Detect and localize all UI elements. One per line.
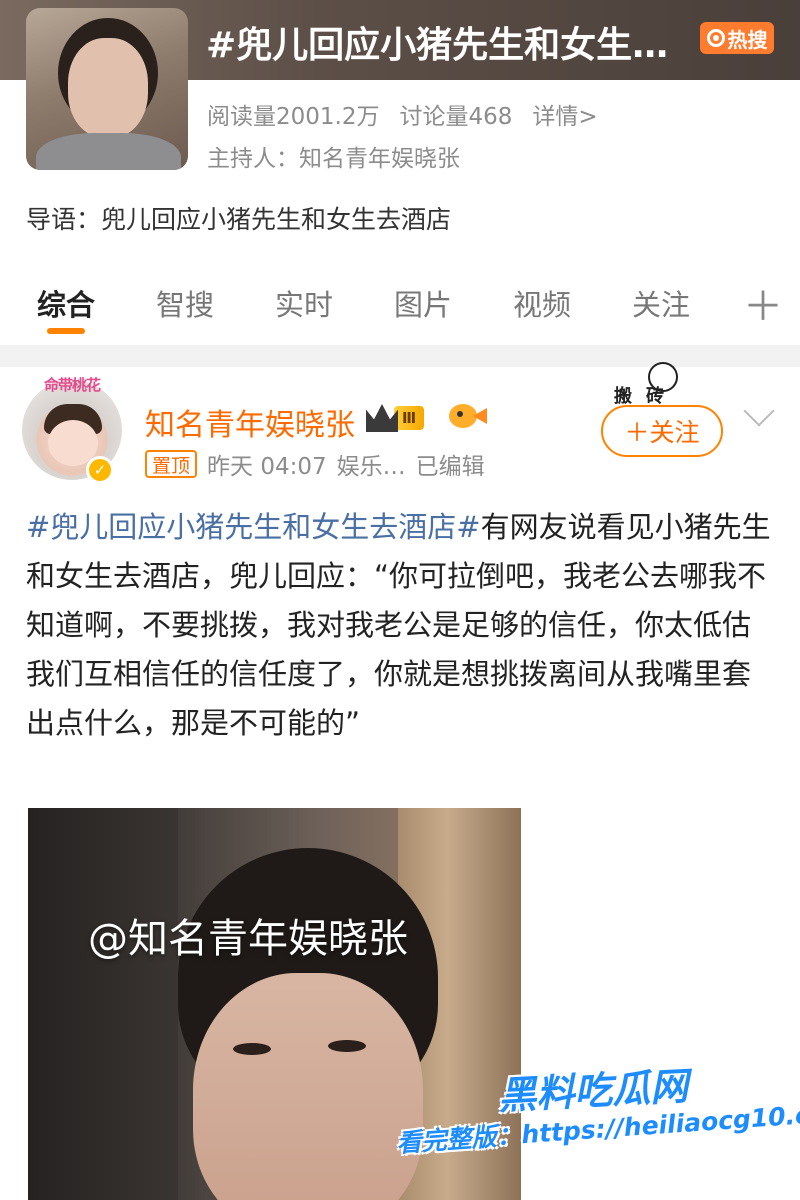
plus-icon[interactable]: ＋ (743, 274, 783, 332)
vip-badge[interactable]: Ⅲ (366, 402, 444, 434)
hot-search-badge[interactable]: 热搜 (700, 22, 774, 54)
post-time: 昨天 04:07 (207, 454, 327, 480)
topic-stats: 阅读量2001.2万 讨论量468 详情> (207, 97, 598, 131)
avatar-ribbon: 命带桃花 (43, 376, 101, 394)
video-person-eye-left (233, 1043, 271, 1055)
thumb-face (68, 38, 148, 138)
post-hashtag[interactable]: #兜儿回应小猪先生和女生去酒店# (26, 510, 481, 544)
video-background-panel (28, 808, 178, 1200)
chevron-down-icon[interactable] (743, 395, 775, 427)
tab-bar: 综合 智搜 实时 图片 视频 关注 ＋ (0, 270, 800, 334)
hot-search-label: 热搜 (727, 27, 768, 52)
thumb-shoulders (36, 133, 181, 170)
author-name[interactable]: 知名青年娱晓张 (145, 400, 355, 444)
detail-link[interactable]: 详情> (532, 97, 597, 131)
tab-smart-search[interactable]: 智搜 (156, 282, 214, 324)
fish-body (449, 404, 477, 428)
topic-title: #兜儿回应小猪先生和女生… (206, 25, 669, 66)
topic-guide: 导语：兜儿回应小猪先生和女生去酒店 (26, 205, 452, 234)
follow-button[interactable]: ＋关注 (601, 405, 723, 457)
follow-sticker: 搬砖 (612, 360, 712, 407)
hot-search-icon (706, 29, 725, 47)
tab-realtime[interactable]: 实时 (275, 282, 333, 324)
tab-comprehensive[interactable]: 综合 (37, 282, 95, 324)
verified-icon: ✓ (86, 456, 114, 484)
topic-host: 主持人：知名青年娱晓张 (207, 146, 460, 172)
topic-thumbnail[interactable] (26, 8, 188, 170)
video-caption: @知名青年娱晓张 (88, 916, 408, 962)
topic-header: #兜儿回应小猪先生和女生… 热搜 阅读量2001.2万 讨论量468 详情> 主… (0, 0, 800, 345)
vip-level: Ⅲ (394, 406, 425, 430)
tab-images[interactable]: 图片 (394, 282, 452, 324)
video-person-eye-right (328, 1040, 366, 1052)
post-meta: 置顶 昨天 04:07 娱乐… 已编辑 (145, 447, 485, 481)
fish-icon[interactable] (449, 402, 487, 430)
edited-label: 已编辑 (415, 454, 485, 480)
post-body: #兜儿回应小猪先生和女生去酒店#有网友说看见小猪先生和女生去酒店，兜儿回应：“你… (26, 503, 774, 748)
active-tab-indicator (47, 328, 85, 334)
read-count: 阅读量2001.2万 (207, 104, 380, 130)
fish-eye (457, 411, 463, 417)
tab-following[interactable]: 关注 (632, 282, 690, 324)
post-source: 娱乐… (336, 454, 406, 480)
tab-videos[interactable]: 视频 (513, 282, 571, 324)
pinned-badge: 置顶 (145, 450, 198, 478)
video-person-face (193, 973, 423, 1200)
post-body-text: 有网友说看见小猪先生和女生去酒店，兜儿回应：“你可拉倒吧，我老公去哪我不知道啊，… (26, 510, 771, 740)
discussion-count: 讨论量468 (399, 104, 513, 130)
